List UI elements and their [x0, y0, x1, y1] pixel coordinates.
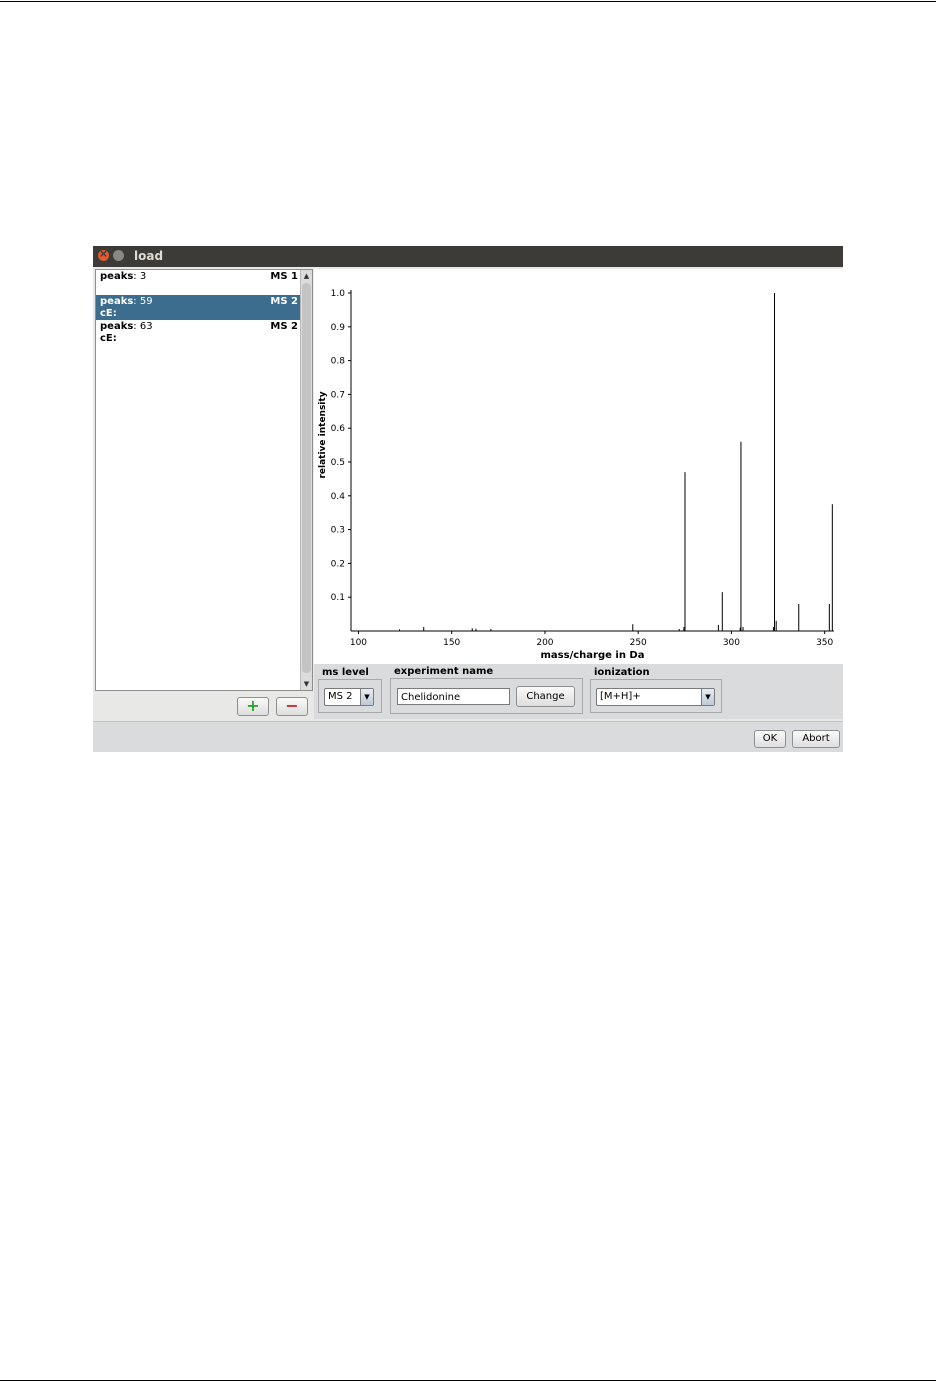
y-tick-label: 0.9: [331, 323, 346, 333]
y-tick-label: 0.3: [331, 526, 345, 536]
list-item[interactable]: peaks: 63 MS 2 cE:: [96, 320, 300, 345]
y-tick-label: 0.2: [331, 559, 345, 569]
dropdown-arrow-icon[interactable]: ▼: [701, 689, 714, 705]
x-tick-label: 300: [723, 638, 740, 648]
y-tick-label: 1.0: [331, 289, 346, 299]
page-top-rule: [0, 1, 936, 2]
ms-level-tag: MS 2: [270, 321, 298, 332]
ionization-value: [M+H]+: [600, 691, 641, 702]
minimize-icon[interactable]: [113, 250, 124, 261]
x-tick-label: 150: [443, 638, 460, 648]
load-dialog: load peaks: 3 MS 1 peaks: 59 MS 2 cE: pe…: [93, 246, 843, 752]
ionization-select[interactable]: [M+H]+ ▼: [596, 688, 715, 706]
ms-level-tag: MS 2: [270, 296, 298, 307]
ok-button[interactable]: OK: [754, 730, 786, 748]
x-axis-label: mass/charge in Da: [541, 650, 645, 661]
collision-energy: cE:: [100, 333, 117, 344]
spectrum-chart: 0.1 0.2 0.3 0.4 0.5 0.6 0.7 0.8 0.9 1.0 100 150 200 2…: [314, 269, 843, 664]
peaks-count: peaks: 63: [100, 321, 153, 332]
add-spectrum-button[interactable]: +: [237, 697, 269, 716]
change-button[interactable]: Change: [516, 686, 575, 707]
scroll-thumb[interactable]: [302, 283, 311, 673]
y-tick-label: 0.4: [331, 492, 346, 502]
remove-spectrum-button[interactable]: −: [276, 697, 308, 716]
y-tick-label: 0.6: [331, 424, 346, 434]
window-title: load: [134, 249, 164, 263]
y-tick-label: 0.7: [331, 390, 345, 400]
settings-bar: ms level MS 2 ▼ experiment name Chelidon…: [314, 664, 843, 719]
list-item[interactable]: peaks: 3 MS 1: [96, 270, 300, 295]
y-tick-label: 0.8: [331, 357, 346, 367]
scroll-down-icon[interactable]: ▼: [301, 678, 312, 690]
ms-level-label: ms level: [322, 667, 369, 678]
abort-button[interactable]: Abort: [792, 730, 840, 748]
spectrum-plot: 0.1 0.2 0.3 0.4 0.5 0.6 0.7 0.8 0.9 1.0 100 150 200 2…: [318, 289, 834, 661]
x-tick-label: 100: [350, 638, 367, 648]
collision-energy: cE:: [100, 308, 117, 319]
page-bottom-rule: [0, 1380, 936, 1381]
y-axis-label: relative intensity: [318, 391, 328, 478]
experiment-name-field[interactable]: Chelidonine: [397, 688, 510, 705]
x-tick-label: 250: [630, 638, 647, 648]
list-item-selected[interactable]: peaks: 59 MS 2 cE:: [96, 295, 300, 320]
ms-level-group: MS 2 ▼: [318, 679, 382, 713]
dialog-footer: OK Abort: [93, 721, 843, 752]
x-tick-label: 350: [816, 638, 833, 648]
ionization-group: [M+H]+ ▼: [590, 679, 722, 713]
title-bar: load: [93, 246, 843, 267]
close-icon[interactable]: [98, 247, 109, 261]
ms-level-value: MS 2: [328, 691, 353, 702]
spectra-list[interactable]: peaks: 3 MS 1 peaks: 59 MS 2 cE: peaks: …: [95, 269, 313, 691]
peaks-count: peaks: 59: [100, 296, 153, 307]
peaks-count: peaks: 3: [100, 271, 147, 282]
y-tick-label: 0.1: [331, 593, 345, 603]
ionization-label: ionization: [594, 667, 650, 678]
dropdown-arrow-icon[interactable]: ▼: [360, 689, 373, 705]
scroll-up-icon[interactable]: ▲: [301, 270, 312, 282]
list-scrollbar[interactable]: ▲ ▼: [300, 270, 312, 690]
ms-level-tag: MS 1: [270, 271, 298, 282]
experiment-name-group: Chelidonine Change: [390, 678, 583, 714]
y-tick-label: 0.5: [331, 458, 345, 468]
experiment-name-label: experiment name: [394, 666, 494, 677]
x-tick-label: 200: [536, 638, 553, 648]
ms-level-select[interactable]: MS 2 ▼: [324, 688, 374, 706]
